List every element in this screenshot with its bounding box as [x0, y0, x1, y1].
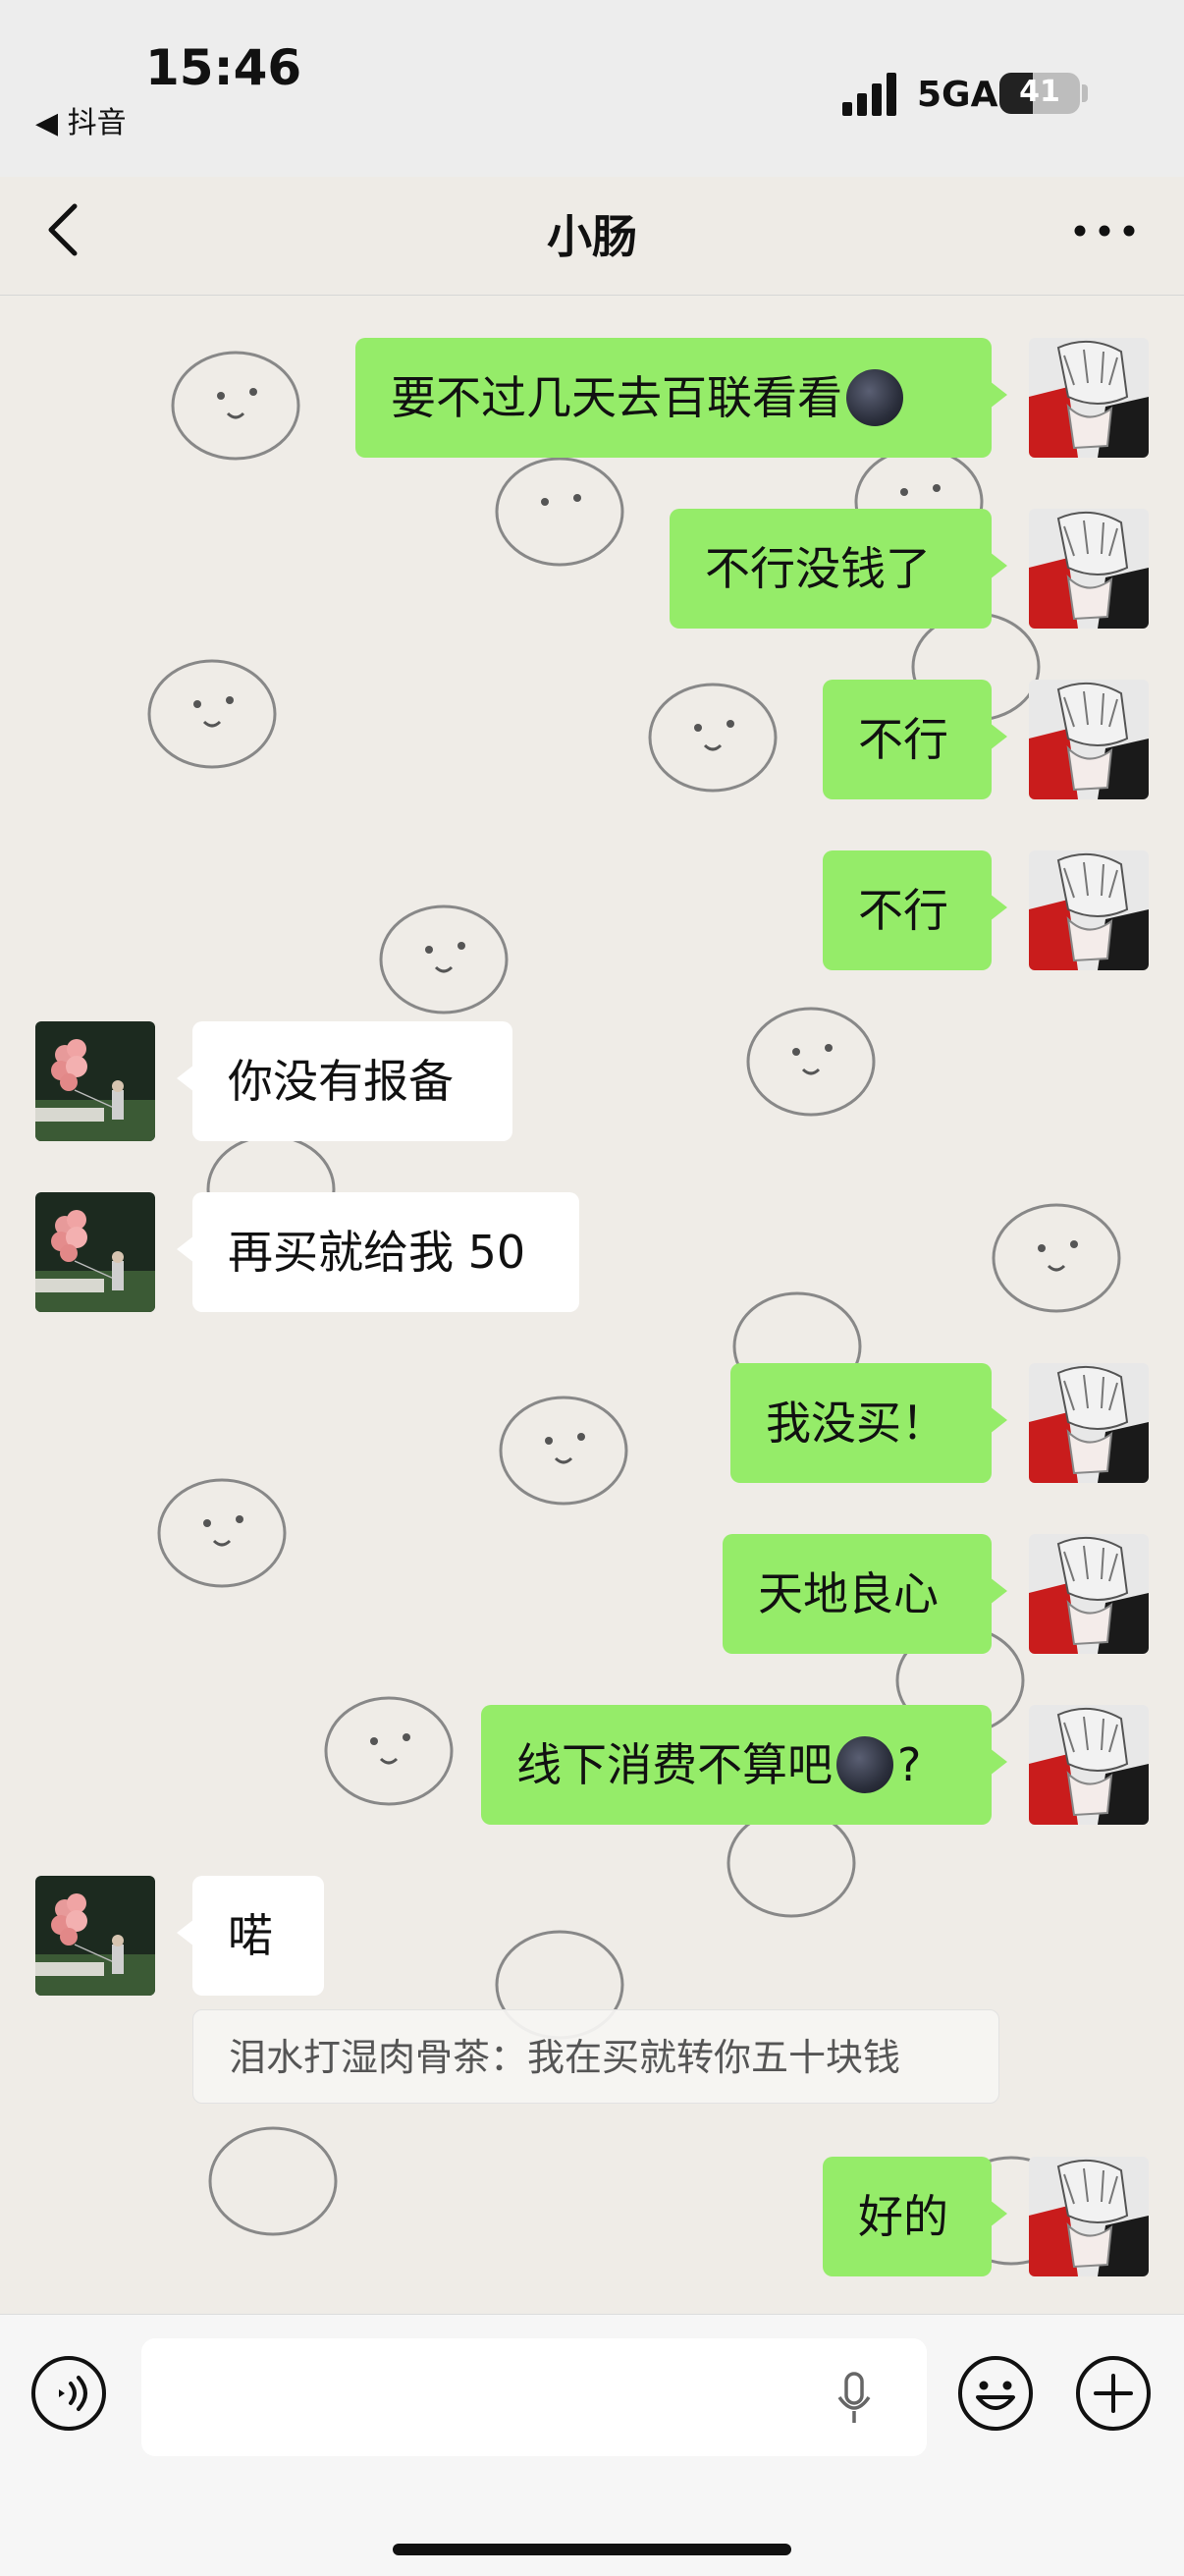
sent-message-bubble[interactable]: 线下消费不算吧? — [481, 1705, 1007, 1825]
my-avatar[interactable] — [1029, 850, 1149, 970]
message-input[interactable] — [141, 2338, 927, 2456]
microphone-icon[interactable] — [834, 2370, 874, 2429]
received-message-bubble[interactable]: 喏 — [177, 1876, 324, 1996]
battery-percent: 41 — [1019, 75, 1060, 109]
emoji-icon[interactable] — [956, 2354, 1035, 2433]
contact-avatar[interactable] — [35, 1876, 155, 1996]
my-avatar[interactable] — [1029, 1534, 1149, 1654]
message-text: 我没买！ — [766, 1397, 946, 1450]
message-text: 喏 — [228, 1909, 273, 1962]
sent-message-bubble[interactable]: 不行 — [823, 680, 1007, 799]
message-text: 要不过几天去百联看看 — [391, 371, 842, 424]
my-avatar[interactable] — [1029, 2157, 1149, 2276]
sent-message-bubble[interactable]: 不行 — [823, 850, 1007, 970]
message-text: 不行没钱了 — [705, 542, 931, 595]
more-dots-icon[interactable] — [1070, 216, 1139, 246]
my-avatar[interactable] — [1029, 338, 1149, 458]
message-text: 不行 — [858, 884, 948, 937]
signal-icon — [842, 73, 896, 116]
input-bar — [0, 2314, 1184, 2576]
battery-cap — [1082, 84, 1088, 102]
contact-avatar[interactable] — [35, 1021, 155, 1141]
my-avatar[interactable] — [1029, 1705, 1149, 1825]
status-bar: 15:46 ◀ 抖音 5GA 41 小肠 — [0, 0, 1184, 263]
sent-message-bubble[interactable]: 我没买！ — [730, 1363, 1007, 1483]
sent-message-bubble[interactable]: 不行没钱了 — [670, 509, 1007, 629]
seal-doodle-icon — [499, 1396, 628, 1506]
my-avatar[interactable] — [1029, 1363, 1149, 1483]
seal-doodle-icon — [324, 1696, 454, 1806]
sent-message-bubble[interactable]: 好的 — [823, 2157, 1007, 2276]
network-label: 5GA — [917, 75, 998, 115]
quoted-message[interactable]: 泪水打湿肉骨茶：我在买就转你五十块钱 — [192, 2009, 999, 2104]
message-text: 好的 — [858, 2190, 948, 2243]
back-to-app-link[interactable]: ◀ 抖音 — [35, 98, 127, 141]
received-message-bubble[interactable]: 你没有报备 — [177, 1021, 512, 1141]
plus-icon[interactable] — [1074, 2354, 1153, 2433]
contact-avatar[interactable] — [35, 1192, 155, 1312]
my-avatar[interactable] — [1029, 509, 1149, 629]
sent-message-bubble[interactable]: 天地良心 — [723, 1534, 1007, 1654]
message-suffix: ? — [897, 1738, 922, 1791]
seal-doodle-icon — [992, 1203, 1121, 1313]
seal-doodle-icon — [648, 683, 778, 793]
chat-title: 小肠 — [547, 210, 637, 263]
message-text: 再买就给我 50 — [228, 1226, 526, 1279]
new-moon-face-icon — [846, 368, 903, 426]
message-text: 线下消费不算吧 — [516, 1738, 833, 1791]
message-text: 你没有报备 — [228, 1055, 454, 1108]
my-avatar[interactable] — [1029, 680, 1149, 799]
seal-doodle-icon — [147, 659, 277, 769]
voice-icon[interactable] — [29, 2354, 108, 2433]
status-time: 15:46 — [145, 39, 302, 96]
message-text: 不行 — [858, 713, 948, 766]
seal-doodle-icon — [208, 2126, 338, 2236]
seal-doodle-icon — [379, 904, 509, 1014]
seal-doodle-icon — [746, 1007, 876, 1117]
new-moon-face-icon — [836, 1735, 893, 1793]
battery-icon: 41 — [999, 73, 1080, 114]
seal-doodle-icon — [157, 1478, 287, 1588]
sent-message-bubble[interactable]: 要不过几天去百联看看 — [355, 338, 1007, 458]
home-indicator[interactable] — [393, 2544, 791, 2555]
seal-doodle-icon — [171, 351, 300, 461]
received-message-bubble[interactable]: 再买就给我 50 — [177, 1192, 579, 1312]
message-text: 天地良心 — [758, 1567, 939, 1620]
seal-doodle-icon — [495, 457, 624, 567]
